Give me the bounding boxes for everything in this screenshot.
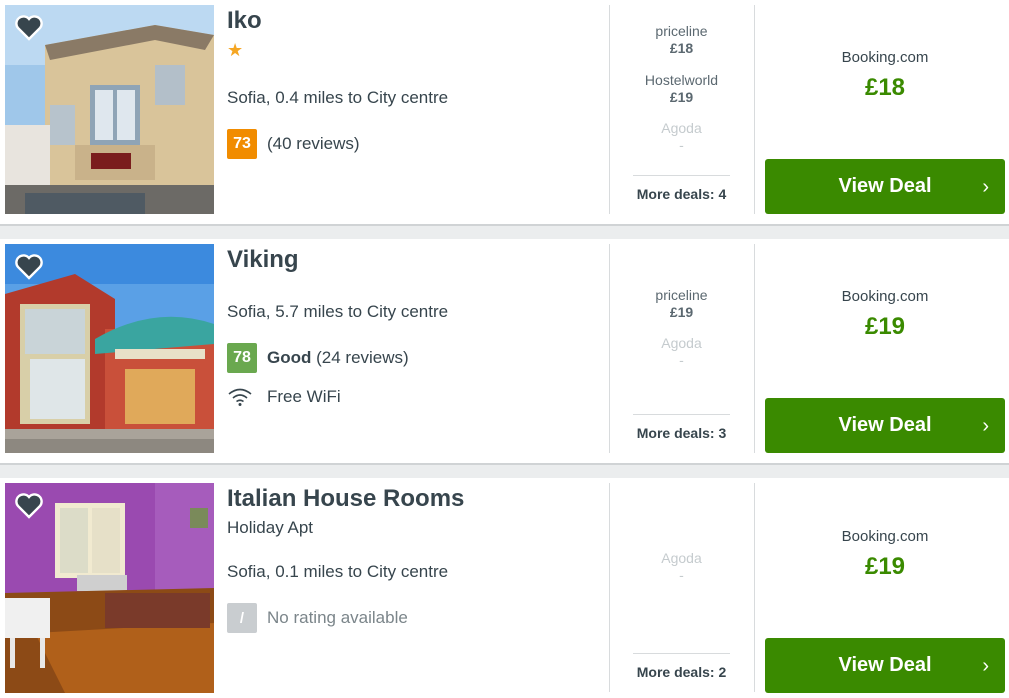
hotel-name[interactable]: Iko <box>227 7 262 35</box>
view-deal-button[interactable]: View Deal › <box>765 398 1005 453</box>
heart-icon[interactable] <box>15 15 43 41</box>
rating-reviews: Good (24 reviews) <box>267 348 409 367</box>
best-deal-provider[interactable]: Booking.com <box>765 288 1005 305</box>
deal-provider-hostelworld[interactable]: Hostelworld £19 <box>633 72 730 105</box>
deal-provider-agoda[interactable]: Agoda - <box>633 550 730 583</box>
hotel-rating[interactable]: 78 Good (24 reviews) <box>227 343 409 373</box>
hotel-name[interactable]: Viking <box>227 246 299 274</box>
card-separator <box>0 224 1009 239</box>
star-icon: ★ <box>227 40 244 60</box>
divider <box>754 244 755 453</box>
rating-reviews: (40 reviews) <box>267 134 360 153</box>
hotel-info: Italian House Rooms Holiday Apt Sofia, 0… <box>227 478 602 698</box>
best-deal-price[interactable]: £19 <box>765 553 1005 581</box>
divider <box>609 483 610 692</box>
hotel-card: Iko ★ Sofia, 0.4 miles to City centre 73… <box>0 0 1009 224</box>
hotel-rating[interactable]: 73 (40 reviews) <box>227 129 360 159</box>
deal-provider-priceline[interactable]: priceline £19 <box>633 287 730 320</box>
card-separator <box>0 463 1009 478</box>
best-deal: Booking.com £18 View Deal › <box>765 0 1005 222</box>
rating-score-badge: 73 <box>227 129 257 159</box>
best-deal: Booking.com £19 View Deal › <box>765 478 1005 698</box>
chevron-right-icon: › <box>982 176 989 198</box>
hotel-location[interactable]: Sofia, 0.1 miles to City centre <box>227 562 448 582</box>
heart-icon[interactable] <box>15 493 43 519</box>
chevron-right-icon: › <box>982 415 989 437</box>
divider <box>754 483 755 692</box>
more-deals-link[interactable]: More deals: 3 <box>633 414 730 441</box>
hotel-rating: / No rating available <box>227 603 408 633</box>
divider <box>609 5 610 214</box>
hotel-name[interactable]: Italian House Rooms <box>227 485 464 513</box>
hotel-info: Viking Sofia, 5.7 miles to City centre 7… <box>227 239 602 461</box>
other-deals: Agoda - More deals: 2 <box>633 478 730 698</box>
deal-provider-priceline[interactable]: priceline £18 <box>633 23 730 56</box>
hotel-photo[interactable] <box>5 244 214 453</box>
other-deals: priceline £18 Hostelworld £19 Agoda - Mo… <box>633 0 730 222</box>
rating-score-badge: / <box>227 603 257 633</box>
rating-reviews: No rating available <box>267 608 408 627</box>
other-deals: priceline £19 Agoda - More deals: 3 <box>633 239 730 461</box>
best-deal: Booking.com £19 View Deal › <box>765 239 1005 461</box>
divider <box>609 244 610 453</box>
deal-provider-agoda[interactable]: Agoda - <box>633 335 730 368</box>
hotel-photo[interactable] <box>5 483 214 693</box>
hotel-card: Italian House Rooms Holiday Apt Sofia, 0… <box>0 478 1009 698</box>
best-deal-price[interactable]: £18 <box>765 74 1005 102</box>
more-deals-link[interactable]: More deals: 2 <box>633 653 730 680</box>
best-deal-provider[interactable]: Booking.com <box>765 528 1005 545</box>
heart-icon[interactable] <box>15 254 43 280</box>
property-type: Holiday Apt <box>227 518 313 537</box>
chevron-right-icon: › <box>982 655 989 677</box>
wifi-icon <box>228 388 252 406</box>
hotel-card: Viking Sofia, 5.7 miles to City centre 7… <box>0 239 1009 463</box>
hotel-location[interactable]: Sofia, 0.4 miles to City centre <box>227 88 448 108</box>
hotel-info: Iko ★ Sofia, 0.4 miles to City centre 73… <box>227 0 602 222</box>
hotel-results-list: Iko ★ Sofia, 0.4 miles to City centre 73… <box>0 0 1009 698</box>
rating-score-badge: 78 <box>227 343 257 373</box>
best-deal-provider[interactable]: Booking.com <box>765 49 1005 66</box>
divider <box>754 5 755 214</box>
hotel-photo[interactable] <box>5 5 214 214</box>
amenity-free-wifi: Free WiFi <box>227 387 341 407</box>
view-deal-button[interactable]: View Deal › <box>765 638 1005 693</box>
deal-provider-agoda[interactable]: Agoda - <box>633 120 730 153</box>
hotel-location[interactable]: Sofia, 5.7 miles to City centre <box>227 302 448 322</box>
view-deal-button[interactable]: View Deal › <box>765 159 1005 214</box>
best-deal-price[interactable]: £19 <box>765 313 1005 341</box>
more-deals-link[interactable]: More deals: 4 <box>633 175 730 202</box>
